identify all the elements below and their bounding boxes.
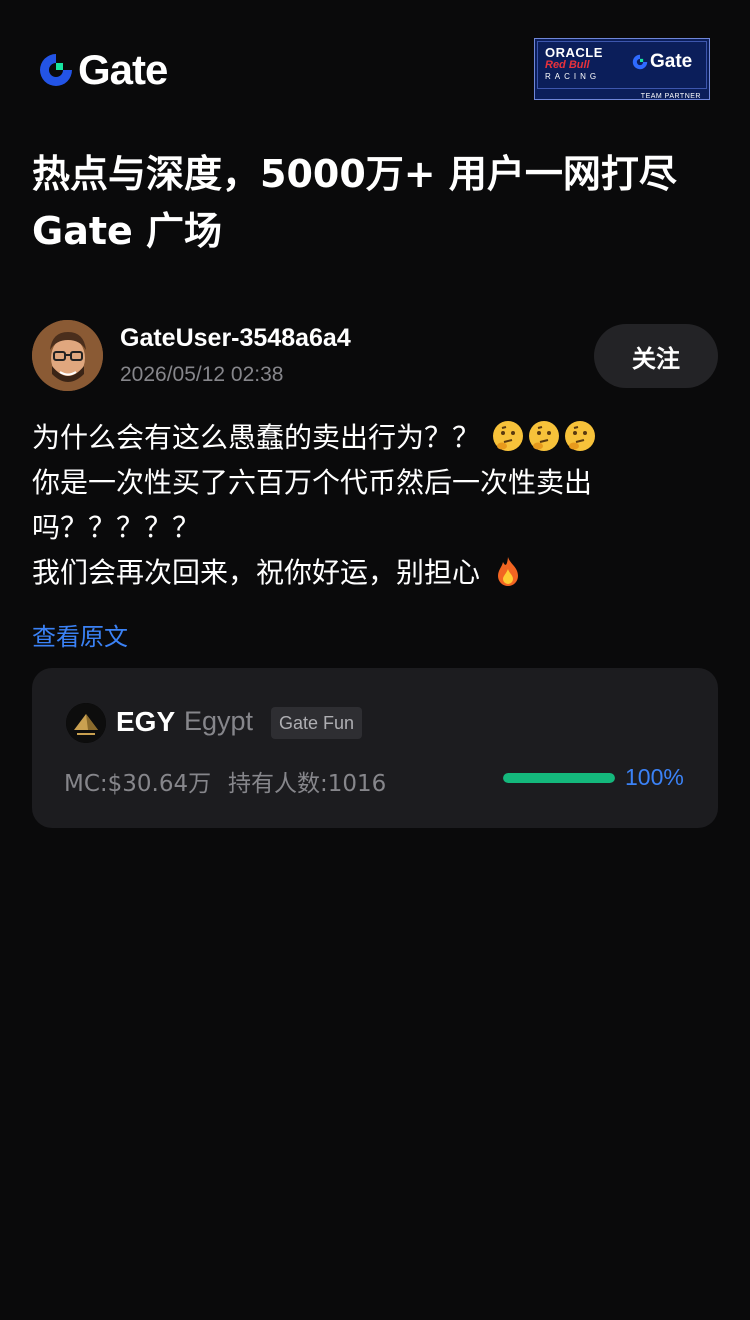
fire-icon [497, 557, 518, 586]
page-headline: 热点与深度，5000万+ 用户一网打尽 Gate 广场 [32, 146, 722, 260]
headline-line-2: Gate 广场 [32, 209, 223, 253]
bonding-progress-bar [503, 773, 615, 783]
follow-button[interactable]: 关注 [594, 324, 718, 388]
partner-racing-text: RACING [545, 72, 601, 81]
avatar-portrait-icon [32, 320, 103, 391]
partner-gate-text: Gate [650, 51, 693, 72]
token-logo [66, 703, 106, 743]
pyramid-icon [66, 703, 106, 743]
gate-logo-icon [40, 54, 72, 86]
avatar[interactable] [32, 320, 103, 391]
gate-logo-icon [632, 54, 648, 70]
post-line-4-text: 我们会再次回来，祝你好运，别担心 [32, 556, 489, 589]
post-line-1: 为什么会有这么愚蠢的卖出行为？？ [32, 415, 672, 460]
brand-name: Gate [78, 46, 168, 93]
token-market-cap: MC:$30.64万 [64, 771, 212, 797]
thinking-face-icon [564, 421, 595, 451]
thinking-face-icon [492, 421, 523, 451]
bonding-progress-label: 100% [625, 764, 684, 790]
partner-oracle-text: ORACLE [545, 45, 603, 60]
partner-redbull-text: Red Bull [545, 59, 590, 71]
token-symbol: EGY [116, 706, 176, 737]
token-name: Egypt [184, 706, 254, 736]
token-card[interactable]: EGY Egypt Gate Fun MC:$30.64万 持有人数:1016 … [32, 668, 718, 828]
post-timestamp: 2026/05/12 02:38 [120, 363, 284, 386]
thinking-face-icon [528, 421, 559, 451]
post-line-3: 吗？？？？？ [32, 511, 201, 544]
headline-line-1: 热点与深度，5000万+ 用户一网打尽 [32, 152, 677, 196]
post-content: 为什么会有这么愚蠢的卖出行为？？ 你是一次性买了六百万个代币然后一次性卖出 吗？… [32, 415, 672, 595]
author-username[interactable]: GateUser-3548a6a4 [120, 324, 351, 353]
partner-footer-text: TEAM PARTNER [640, 93, 701, 100]
view-original-link[interactable]: 查看原文 [32, 617, 128, 652]
post-line-1-text: 为什么会有这么愚蠢的卖出行为？？ [32, 421, 489, 454]
post-author-row: GateUser-3548a6a4 2026/05/12 02:38 关注 [32, 320, 718, 392]
app-header: Gate ORACLE Red Bull RACING Gate TEAM PA… [0, 0, 750, 130]
post-line-2: 你是一次性买了六百万个代币然后一次性卖出 [32, 466, 593, 499]
token-holders: 持有人数:1016 [228, 771, 387, 797]
gate-logo[interactable]: Gate [36, 46, 168, 93]
team-partner-badge: ORACLE Red Bull RACING Gate TEAM PARTNER [534, 38, 710, 100]
token-platform-badge: Gate Fun [271, 707, 363, 739]
partner-gate-logo: Gate [631, 51, 692, 73]
bonding-progress-fill [503, 773, 615, 783]
post-line-4: 我们会再次回来，祝你好运，别担心 [32, 550, 672, 595]
